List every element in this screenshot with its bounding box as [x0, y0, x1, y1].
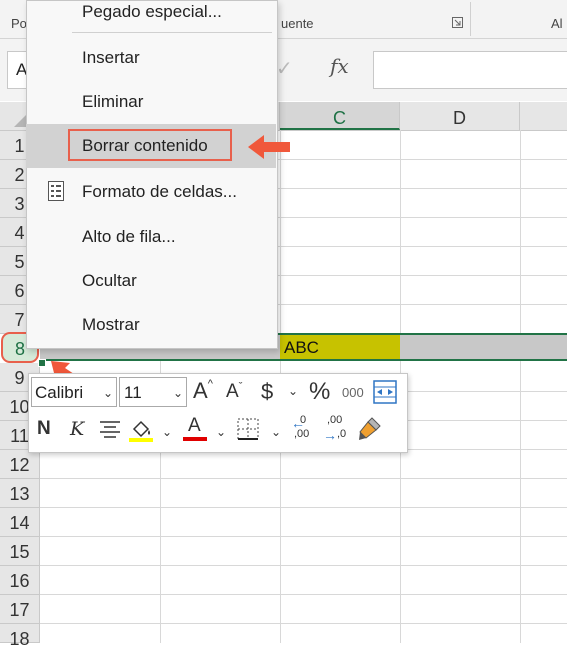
- row-header-17[interactable]: 17: [0, 595, 40, 624]
- column-header-e[interactable]: [520, 102, 567, 130]
- font-color-button[interactable]: A: [183, 415, 209, 443]
- column-header-d[interactable]: D: [400, 102, 520, 130]
- caret-up-icon: ^: [207, 378, 213, 390]
- menu-item-mostrar[interactable]: Mostrar: [26, 303, 276, 347]
- row-header-14[interactable]: 14: [0, 508, 40, 537]
- ribbon-group-label-font: uente: [281, 16, 314, 31]
- shrink-font-button[interactable]: Aˇ: [226, 381, 242, 403]
- menu-item-eliminar[interactable]: Eliminar: [26, 80, 276, 124]
- menu-item-pegado-especial[interactable]: Pegado especial...: [26, 0, 276, 34]
- arrow-right-icon: →: [323, 427, 337, 443]
- menu-item-alto-fila[interactable]: Alto de fila...: [26, 215, 276, 259]
- highlight-box: [68, 129, 232, 161]
- gridline: [40, 594, 567, 595]
- currency-button[interactable]: $: [261, 379, 273, 405]
- row-header-12[interactable]: 12: [0, 450, 40, 479]
- gridline: [40, 536, 567, 537]
- caret-down-icon: ˇ: [238, 381, 243, 393]
- fill-color-icon[interactable]: [129, 417, 155, 443]
- gridline: [520, 130, 521, 643]
- decrease-decimals-button[interactable]: ,00 → ,0: [323, 414, 353, 443]
- menu-item-insertar[interactable]: Insertar: [26, 36, 276, 80]
- gridline: [40, 623, 567, 624]
- dialog-launcher-icon[interactable]: [452, 15, 463, 28]
- chevron-down-icon: ⌄: [172, 386, 183, 400]
- column-header-c[interactable]: C: [280, 102, 400, 130]
- decimal-label: ,00: [327, 414, 343, 426]
- gridline: [40, 507, 567, 508]
- arrow-pointer-icon: [246, 133, 292, 161]
- gridline: [40, 478, 567, 479]
- font-color-label: A: [188, 415, 201, 436]
- thousands-button[interactable]: 000: [342, 385, 364, 400]
- gridline: [40, 565, 567, 566]
- font-size-value: 11: [124, 383, 142, 402]
- ribbon-group-label-right: Al: [551, 16, 563, 31]
- shrink-font-label: A: [226, 381, 239, 402]
- italic-button[interactable]: K: [70, 418, 84, 440]
- chevron-down-icon[interactable]: ⌄: [288, 384, 298, 398]
- row-header-15[interactable]: 15: [0, 537, 40, 566]
- row-header-18[interactable]: 18: [0, 624, 40, 649]
- grow-font-button[interactable]: A^: [193, 378, 213, 404]
- check-icon[interactable]: ✓: [276, 56, 293, 81]
- menu-item-formato-celdas[interactable]: Formato de celdas...: [26, 170, 276, 214]
- chevron-down-icon[interactable]: ⌄: [216, 425, 226, 439]
- fill-handle[interactable]: [38, 359, 46, 367]
- increase-decimals-label: ,00: [294, 428, 310, 440]
- decrease-decimals-label: ,0: [337, 428, 347, 440]
- merge-center-icon[interactable]: [373, 380, 397, 404]
- increase-decimals-button[interactable]: ← 0 ,00: [291, 414, 321, 443]
- menu-separator: [72, 32, 272, 33]
- ribbon-separator: [470, 2, 471, 36]
- font-name-select[interactable]: Calibri ⌄: [31, 377, 117, 407]
- menu-item-ocultar[interactable]: Ocultar: [26, 259, 276, 303]
- chevron-down-icon[interactable]: ⌄: [271, 425, 281, 439]
- row-header-13[interactable]: 13: [0, 479, 40, 508]
- format-painter-icon[interactable]: [356, 416, 382, 442]
- grow-font-label: A: [193, 378, 208, 403]
- decimal-label: 0: [300, 414, 307, 426]
- align-center-icon[interactable]: [99, 420, 121, 440]
- chevron-down-icon[interactable]: ⌄: [162, 425, 172, 439]
- formula-input[interactable]: [373, 51, 567, 89]
- row-header-16[interactable]: 16: [0, 566, 40, 595]
- fx-icon[interactable]: fx: [330, 54, 349, 78]
- borders-icon[interactable]: [237, 418, 259, 440]
- ribbon-group-label-left: Po: [11, 16, 27, 31]
- percent-button[interactable]: %: [309, 378, 330, 406]
- font-name-value: Calibri: [35, 383, 84, 402]
- chevron-down-icon: ⌄: [102, 386, 113, 400]
- cell-c8[interactable]: ABC: [280, 335, 400, 359]
- font-size-select[interactable]: 11 ⌄: [119, 377, 187, 407]
- bold-button[interactable]: N: [37, 418, 51, 440]
